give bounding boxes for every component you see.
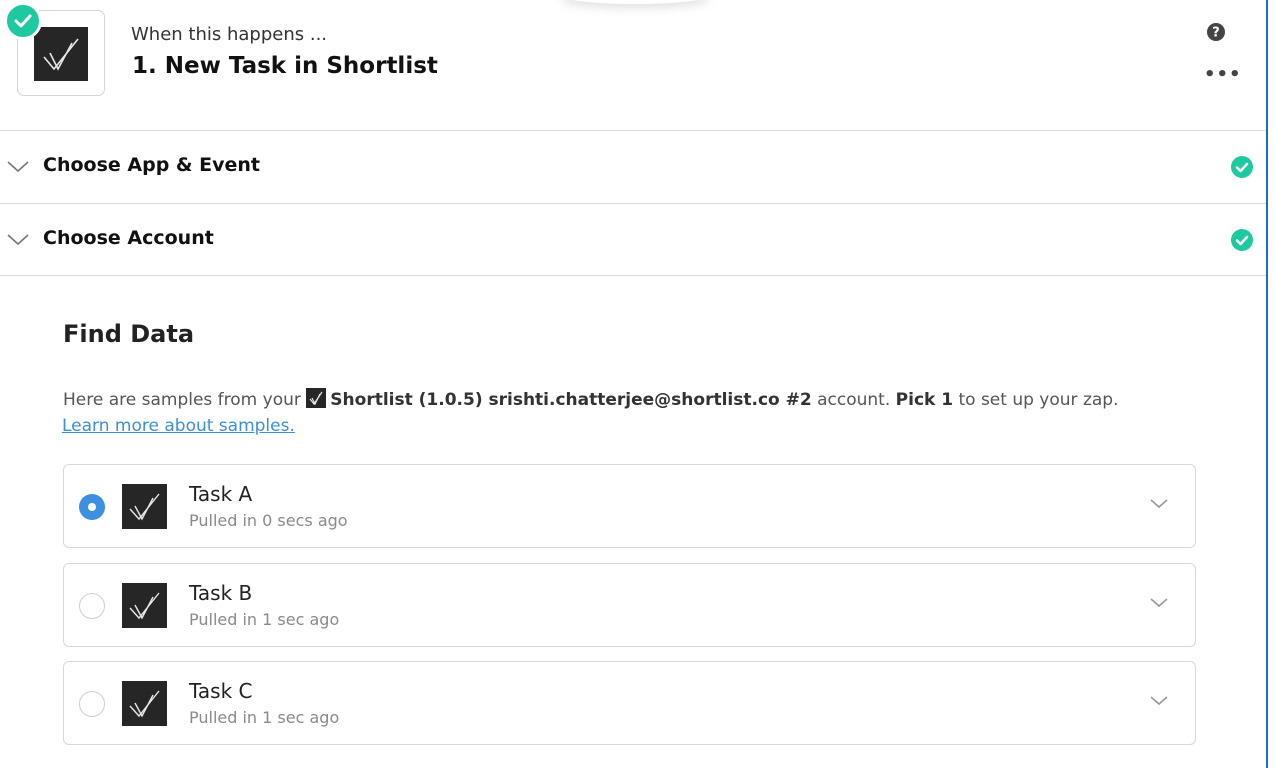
chevron-down-icon[interactable]: [1150, 598, 1168, 608]
shortlist-logo-icon: [122, 583, 167, 628]
step-title[interactable]: 1. New Task in Shortlist: [132, 53, 438, 79]
find-data-title: Find Data: [63, 320, 195, 348]
sample-name: Task A: [189, 482, 253, 506]
section-label: Choose Account: [43, 227, 214, 249]
section-choose-app-event[interactable]: Choose App & Event: [0, 130, 1266, 203]
check-circle-icon: [1231, 229, 1253, 251]
sample-item[interactable]: Task C Pulled in 1 sec ago: [63, 661, 1196, 745]
sample-name: Task C: [189, 679, 253, 703]
section-divider: [0, 275, 1266, 276]
sample-pulled-time: Pulled in 0 secs ago: [189, 511, 348, 530]
shortlist-logo-icon: [306, 388, 327, 408]
shortlist-logo-icon: [122, 681, 167, 726]
shortlist-logo-icon: [34, 27, 88, 81]
chevron-down-icon[interactable]: [1150, 696, 1168, 706]
check-circle-icon: [1231, 156, 1253, 178]
find-data-description: Here are samples from your Shortlist (1.…: [63, 386, 1213, 414]
sample-item[interactable]: Task A Pulled in 0 secs ago: [63, 464, 1196, 548]
zap-step-editor: When this happens ... 1. New Task in Sho…: [0, 0, 1268, 768]
sample-radio[interactable]: [79, 691, 105, 717]
step-header: When this happens ... 1. New Task in Sho…: [0, 0, 1266, 130]
desc-prefix: Here are samples from your: [63, 390, 301, 410]
section-label: Choose App & Event: [43, 154, 260, 176]
sample-pulled-time: Pulled in 1 sec ago: [189, 708, 340, 727]
chevron-down-icon: [7, 161, 29, 173]
question-circle-icon[interactable]: ?: [1207, 23, 1225, 41]
sample-radio[interactable]: [79, 593, 105, 619]
sample-radio[interactable]: [79, 494, 105, 520]
desc-mid: account.: [817, 390, 891, 410]
section-choose-account[interactable]: Choose Account: [0, 203, 1266, 276]
ellipsis-icon[interactable]: •••: [1204, 66, 1242, 84]
chevron-down-icon: [7, 234, 29, 246]
pick-count: Pick 1: [895, 390, 954, 410]
shortlist-logo-icon: [122, 484, 167, 529]
step-subtitle: When this happens ...: [131, 24, 328, 45]
account-name: Shortlist (1.0.5) srishti.chatterjee@sho…: [330, 390, 812, 410]
sample-name: Task B: [189, 581, 253, 605]
svg-text:?: ?: [1212, 26, 1220, 41]
chevron-down-icon[interactable]: [1150, 499, 1168, 509]
step-complete-check-icon: [4, 2, 42, 40]
sample-pulled-time: Pulled in 1 sec ago: [189, 610, 340, 629]
learn-more-samples-link[interactable]: Learn more about samples.: [62, 416, 295, 436]
sample-item[interactable]: Task B Pulled in 1 sec ago: [63, 563, 1196, 647]
desc-suffix: to set up your zap.: [958, 390, 1119, 410]
